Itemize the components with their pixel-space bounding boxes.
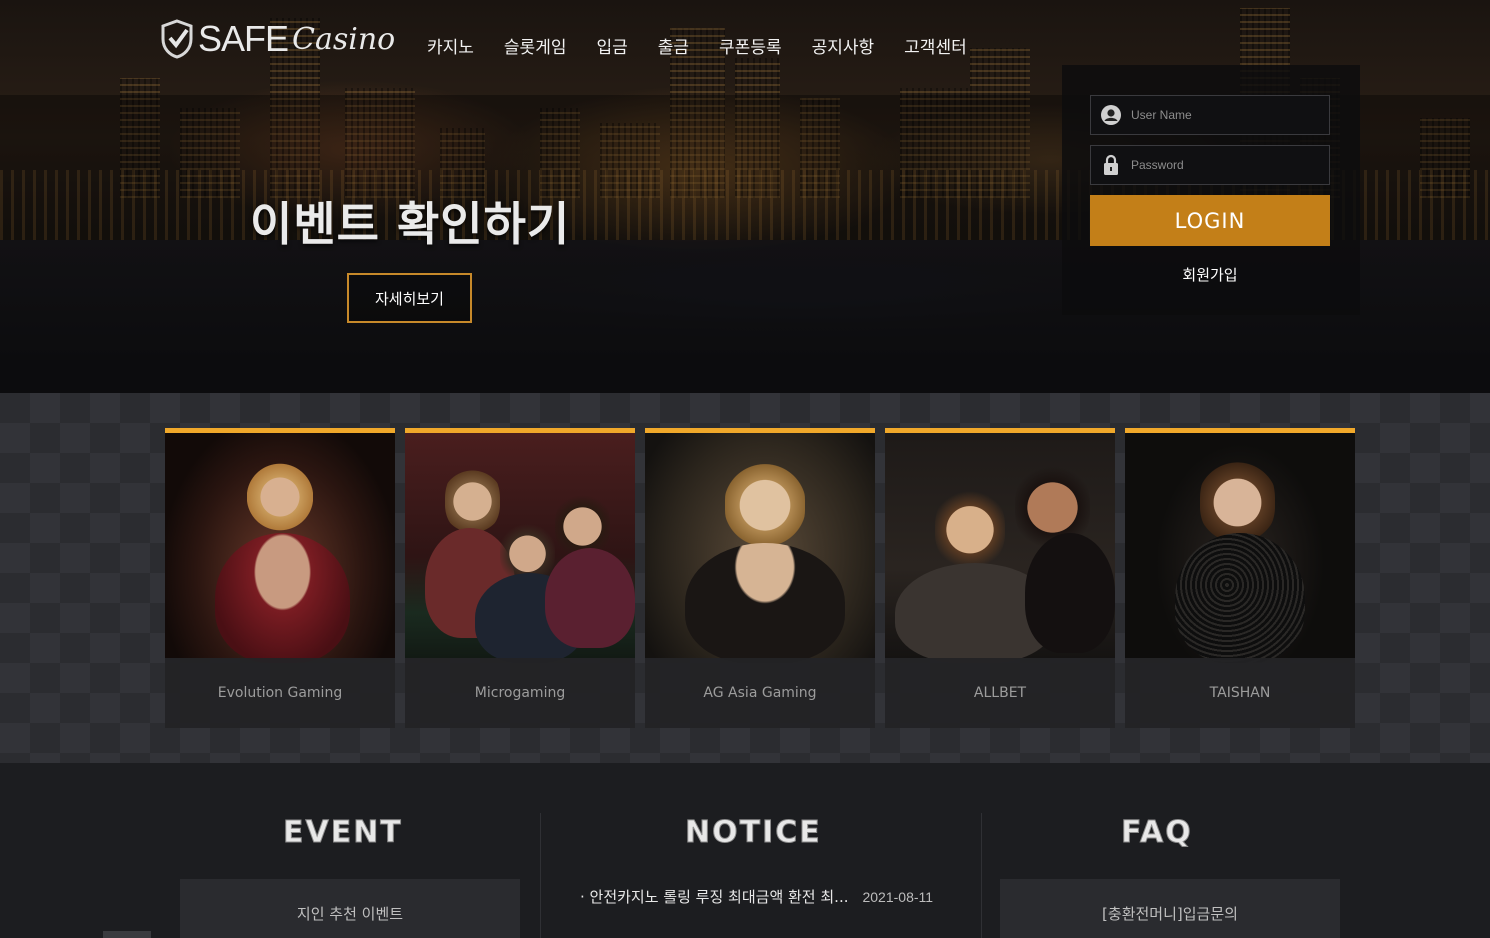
game-card-allbet[interactable]: ALLBET (885, 428, 1115, 728)
username-field-wrap (1090, 95, 1330, 135)
lock-icon (1091, 154, 1131, 176)
brand-allbet: ALLBET (885, 658, 1115, 728)
brand-microgaming: Microgaming (405, 658, 635, 728)
event-item[interactable]: 지인 추천 이벤트 (180, 879, 520, 938)
password-field-wrap (1090, 145, 1330, 185)
game-providers: Evolution Gaming Microgaming AG Asia Gam… (0, 393, 1490, 763)
game-card-taishan[interactable]: TAISHAN (1125, 428, 1355, 728)
game-card-asia-gaming[interactable]: AG Asia Gaming (645, 428, 875, 728)
nav-deposit[interactable]: 입금 (596, 33, 627, 58)
hero-title: 이벤트 확인하기 (250, 197, 571, 251)
main-nav: 카지노 슬롯게임 입금 출금 쿠폰등록 공지사항 고객센터 (427, 33, 997, 58)
page: SAFE Casino 카지노 슬롯게임 입금 출금 쿠폰등록 공지사항 고객센… (0, 0, 1490, 938)
nav-casino[interactable]: 카지노 (427, 33, 474, 58)
nav-support[interactable]: 고객센터 (904, 33, 967, 58)
login-panel: LOGIN 회원가입 (1062, 65, 1360, 315)
nav-withdraw[interactable]: 출금 (658, 33, 689, 58)
login-button[interactable]: LOGIN (1090, 195, 1330, 246)
brand-evolution-gaming: Evolution Gaming (165, 658, 395, 728)
brand-asia-gaming: AG Asia Gaming (645, 658, 875, 728)
shield-check-icon (161, 19, 193, 59)
brand-taishan: TAISHAN (1125, 658, 1355, 728)
faq-section-title: FAQ (1121, 815, 1193, 851)
logo-safe-text: SAFE (198, 18, 289, 59)
username-input[interactable] (1131, 108, 1321, 122)
game-card-image (405, 433, 635, 663)
signup-link[interactable]: 회원가입 (1090, 264, 1330, 285)
game-card-image (885, 433, 1115, 663)
view-details-button[interactable]: 자세히보기 (347, 273, 472, 323)
logo-casino-text: Casino (292, 21, 396, 57)
notice-item[interactable]: · 안전카지노 롤링 루징 최대금액 환전 최... 2021-08-11 (580, 886, 933, 907)
game-card-microgaming[interactable]: Microgaming (405, 428, 635, 728)
user-icon (1091, 105, 1131, 125)
hero-banner: SAFE Casino 카지노 슬롯게임 입금 출금 쿠폰등록 공지사항 고객센… (0, 0, 1490, 393)
site-logo[interactable]: SAFE Casino (160, 18, 395, 60)
event-section-title: EVENT (283, 815, 403, 851)
horizontal-scrollbar-thumb[interactable] (103, 931, 151, 938)
game-card-image (645, 433, 875, 663)
notice-item-title: · 안전카지노 롤링 루징 최대금액 환전 최... (580, 888, 849, 906)
password-input[interactable] (1131, 158, 1321, 172)
game-card-image (1125, 433, 1355, 663)
nav-coupon[interactable]: 쿠폰등록 (719, 33, 782, 58)
game-card-image (165, 433, 395, 663)
game-card-evolution[interactable]: Evolution Gaming (165, 428, 395, 728)
info-sections: EVENT 지인 추천 이벤트 NOTICE · 안전카지노 롤링 루징 최대금… (0, 763, 1490, 938)
nav-slot-games[interactable]: 슬롯게임 (504, 33, 567, 58)
faq-item[interactable]: [충환전머니]입금문의 (1000, 879, 1340, 938)
notice-section-title: NOTICE (685, 815, 822, 851)
notice-item-date: 2021-08-11 (862, 888, 934, 905)
nav-notice[interactable]: 공지사항 (812, 33, 875, 58)
